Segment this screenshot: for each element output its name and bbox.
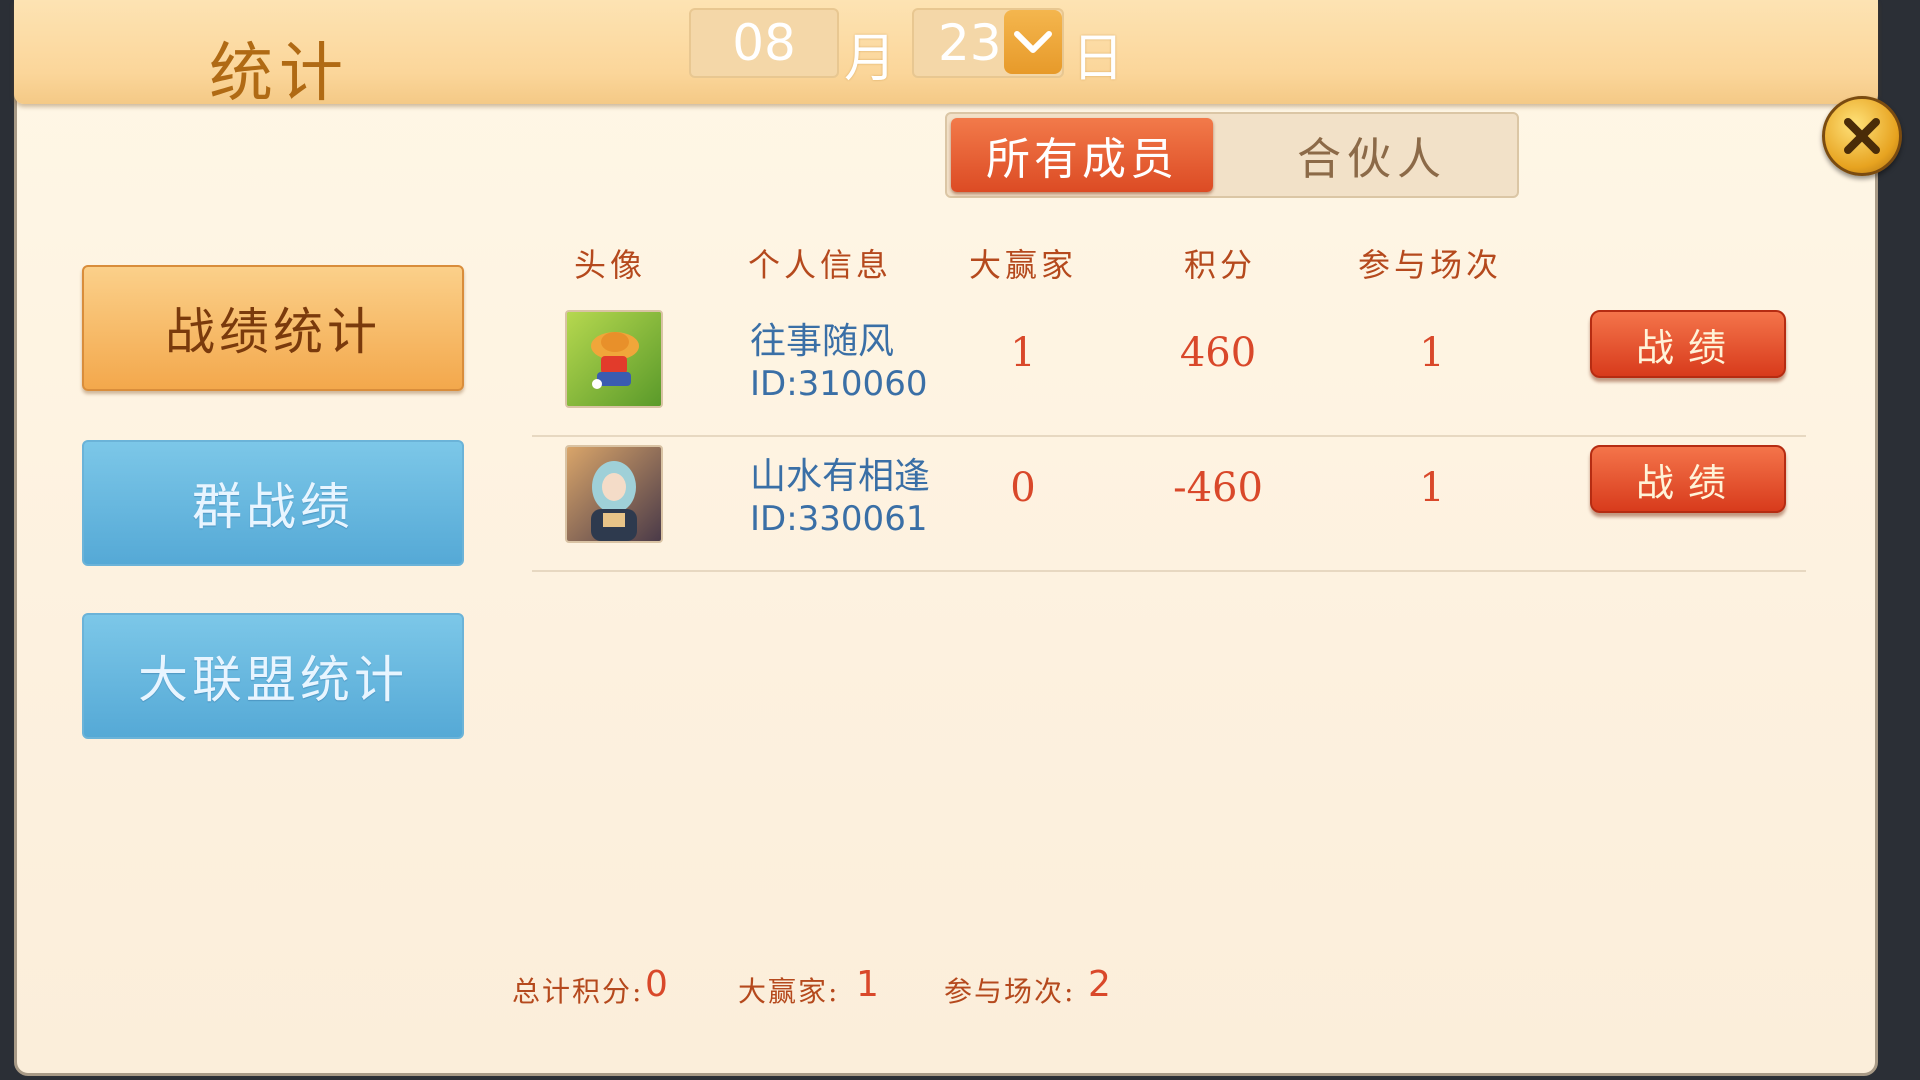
close-icon — [1844, 118, 1880, 154]
big-winner-label: 大赢家: — [738, 975, 840, 1008]
nav-alliance-stats[interactable]: 大联盟统计 — [82, 613, 464, 739]
member-id: ID:330061 — [750, 499, 928, 539]
col-header-avatar: 头像 — [573, 246, 647, 284]
page-title: 统计 — [209, 37, 349, 111]
games-count: 1 — [1419, 465, 1445, 511]
score-value: -460 — [1173, 465, 1263, 511]
games-label: 参与场次: — [944, 975, 1076, 1008]
table-row: 山水有相逢 ID:330061 0 -460 1 战绩 — [532, 435, 1806, 572]
nav-group-records[interactable]: 群战绩 — [82, 440, 464, 566]
record-button[interactable]: 战绩 — [1590, 445, 1786, 513]
avatar — [565, 310, 663, 408]
day-dropdown-button[interactable] — [1004, 10, 1062, 74]
big-winner-count: 0 — [1010, 465, 1036, 511]
close-button[interactable] — [1822, 96, 1902, 176]
big-winner-total: 1 — [856, 964, 879, 1005]
col-header-games: 参与场次 — [1357, 246, 1503, 284]
record-button[interactable]: 战绩 — [1590, 310, 1786, 378]
total-score-label: 总计积分: — [512, 975, 644, 1008]
member-id: ID:310060 — [750, 364, 928, 404]
col-header-score: 积分 — [1183, 246, 1257, 284]
chevron-down-icon — [1014, 31, 1052, 53]
tab-partners[interactable]: 合伙人 — [1237, 118, 1507, 192]
score-value: 460 — [1179, 330, 1257, 376]
header-bar: 统计 08 月 23 日 — [14, 0, 1878, 111]
month-field[interactable]: 08 — [689, 8, 839, 78]
member-tabs: 所有成员 合伙人 — [945, 112, 1519, 198]
tab-all-members[interactable]: 所有成员 — [951, 118, 1213, 192]
avatar — [565, 445, 663, 543]
col-header-info: 个人信息 — [747, 246, 893, 284]
games-count: 1 — [1419, 330, 1445, 376]
games-total: 2 — [1088, 964, 1111, 1005]
big-winner-count: 1 — [1010, 330, 1036, 376]
col-header-big-winner: 大赢家 — [968, 246, 1078, 284]
member-name: 山水有相逢 — [750, 456, 931, 497]
member-name: 往事随风 — [750, 321, 895, 362]
day-unit-label: 日 — [1072, 29, 1125, 89]
table-row: 往事随风 ID:310060 1 460 1 战绩 — [532, 300, 1806, 437]
total-score-value: 0 — [645, 964, 668, 1005]
month-unit-label: 月 — [844, 29, 897, 89]
nav-record-stats[interactable]: 战绩统计 — [82, 265, 464, 391]
